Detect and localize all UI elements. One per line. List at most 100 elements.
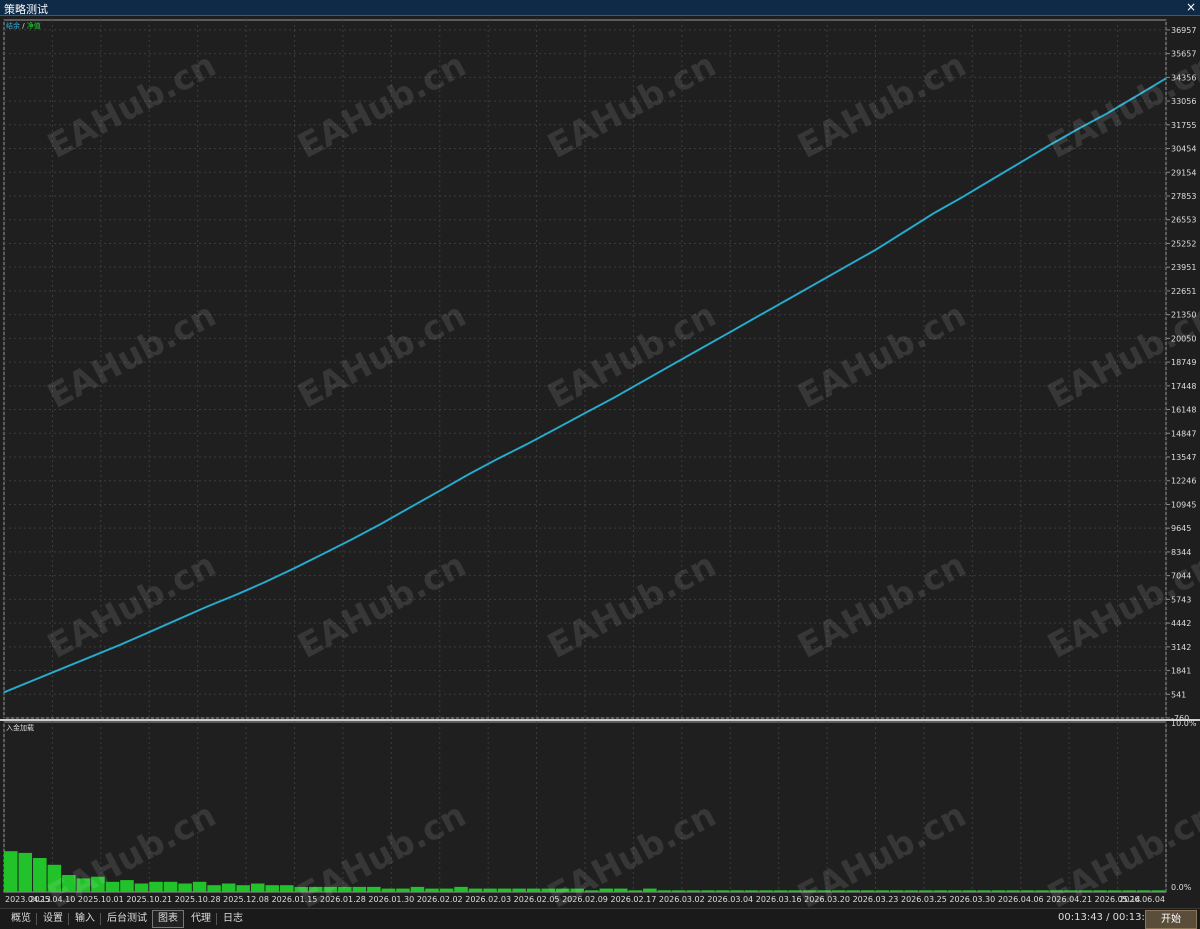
deposit-load-bar [62,875,76,892]
x-tick-label: 2026.06.04 [1119,895,1165,904]
deposit-load-bar [178,883,192,892]
y-tick-label: 23951 [1171,263,1196,272]
y-tick-label: 36957 [1171,26,1196,35]
y-tick-label: 16148 [1171,406,1196,415]
deposit-load-bar [207,885,221,892]
elapsed-time: 00:13:43 / 00:13:43 [1058,912,1158,923]
tab-4[interactable]: 图表 [152,910,184,928]
y-tick-label: 20050 [1171,334,1196,343]
close-icon[interactable]: × [1186,0,1196,14]
y-tick-label: 27853 [1171,192,1196,201]
tab-5[interactable]: 代理 [186,911,216,927]
deposit-load-bar [396,888,410,892]
x-tick-label: 2025.04.10 [30,895,76,904]
deposit-load-bar [192,881,207,892]
x-tick-label: 2026.04.06 [998,895,1044,904]
y-tick-label: 26553 [1171,216,1196,225]
y-tick-label: 30454 [1171,145,1196,154]
deposit-load-bar [788,890,802,892]
x-tick-label: 2026.04.21 [1046,895,1092,904]
lower-y-tick-bottom: 0.0% [1171,883,1192,892]
window-title: 策略测试 [4,3,48,16]
deposit-load-bar [352,886,367,892]
deposit-load-bar [555,888,570,892]
deposit-load-bar [628,890,643,892]
deposit-load-bar [367,886,381,892]
x-tick-label: 2026.02.05 [514,895,560,904]
y-tick-label: 25252 [1171,239,1196,248]
x-tick-label: 2025.10.01 [78,895,124,904]
deposit-load-bar [599,888,614,892]
deposit-load-bar [294,886,309,892]
deposit-load-bar [309,886,323,892]
deposit-load-bar [381,888,396,892]
deposit-load-bar [919,890,933,892]
y-tick-label: 22651 [1171,287,1196,296]
deposit-load-bar [977,890,991,892]
start-button[interactable]: 开始 [1145,910,1197,929]
deposit-load-bar [497,888,512,892]
deposit-load-bar [338,886,352,892]
deposit-load-bar [526,888,541,892]
deposit-load-bar [541,888,555,892]
deposit-load-bar [657,890,672,892]
deposit-load-bar [802,890,817,892]
tab-6[interactable]: 日志 [218,911,248,927]
deposit-load-bar [265,885,279,892]
deposit-load-bar [933,890,948,892]
tab-1[interactable]: 设置 [38,911,68,927]
deposit-load-bar [76,878,91,892]
deposit-load-bar [1064,890,1078,892]
deposit-load-bar [1093,890,1107,892]
deposit-load-bar [120,880,134,892]
deposit-load-bar [817,890,831,892]
deposit-load-bar [744,890,759,892]
deposit-load-bar [1122,890,1136,892]
x-tick-label: 2026.01.28 [320,895,366,904]
legend: 结余 / 净值 [6,21,41,30]
y-tick-label: 7044 [1171,572,1191,581]
deposit-load-bar [1136,890,1151,892]
y-tick-label: 541 [1171,690,1186,699]
deposit-load-bar [250,883,265,892]
deposit-load-bar [962,890,977,892]
deposit-load-bar [715,890,730,892]
deposit-load-bar [134,883,149,892]
y-tick-label: 8344 [1171,548,1191,557]
x-tick-label: 2026.01.15 [272,895,318,904]
x-tick-label: 2026.02.17 [611,895,657,904]
x-tick-label: 2026.03.25 [901,895,947,904]
chart-area: 36957 35657 34356 33056 31755 30454 29154 27853… [0,16,1200,917]
y-tick-label: 17448 [1171,382,1196,391]
tab-separator [100,913,101,925]
deposit-load-bar [1035,890,1049,892]
x-tick-label: 2026.03.23 [853,895,899,904]
deposit-load-bar [47,864,62,892]
deposit-load-bar [149,881,163,892]
deposit-load-bar [614,888,628,892]
deposit-load-bar [1151,890,1166,892]
deposit-load-bar [948,890,962,892]
deposit-load-bar [570,888,585,892]
y-tick-label: 21350 [1171,311,1196,320]
deposit-load-bar [439,888,454,892]
tab-2[interactable]: 输入 [70,911,100,927]
deposit-load-bar [512,888,526,892]
deposit-load-bar [91,876,105,892]
deposit-load-bar [454,886,468,892]
x-tick-label: 2026.03.30 [949,895,995,904]
tab-0[interactable]: 概览 [6,911,36,927]
y-tick-label: 5743 [1171,595,1191,604]
x-tick-label: 2025.10.21 [126,895,172,904]
tab-3[interactable]: 后台测试 [102,911,152,927]
deposit-load-bar [221,883,236,892]
x-tick-label: 2026.02.03 [465,895,511,904]
y-tick-label: 3142 [1171,643,1191,652]
deposit-load-bar [686,890,701,892]
y-tick-label: 9645 [1171,524,1191,533]
tab-separator [68,913,69,925]
bottom-tabbar: 概览 设置 输入 后台测试 图表 代理 日志 00:13:43 / 00:13:43 开始 [0,908,1200,929]
deposit-load-bar [33,858,47,892]
deposit-load-bar [846,890,860,892]
legend-balance: 结余 [6,21,20,30]
